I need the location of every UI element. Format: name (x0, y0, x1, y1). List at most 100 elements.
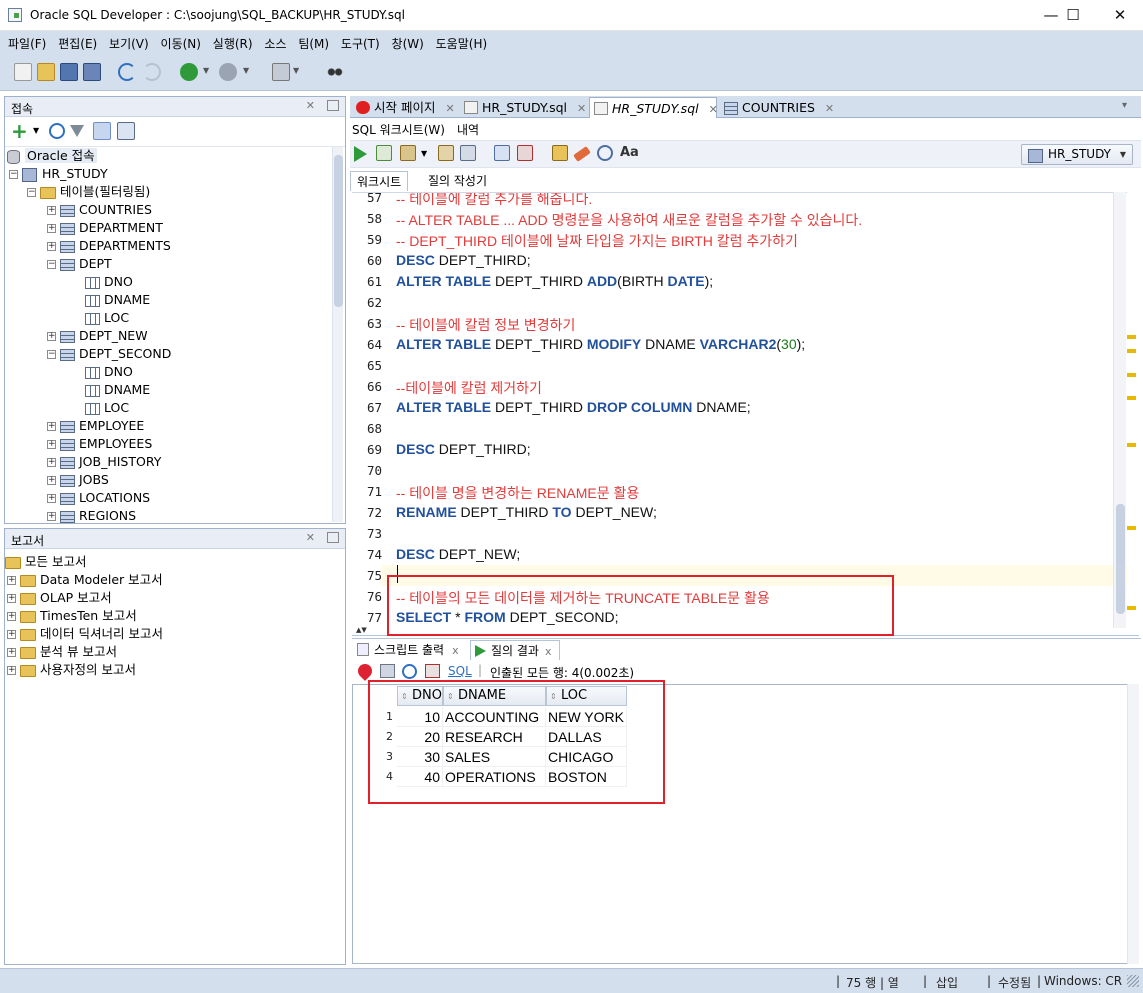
tab-close-icon[interactable]: x (545, 645, 552, 658)
tree-connection-hr-study[interactable]: − HR_STUDY (9, 165, 108, 183)
expand-icon[interactable]: + (47, 224, 56, 233)
menu-help[interactable]: 도움말(H) (428, 31, 488, 58)
tab-script-output[interactable]: 스크립트 출력 x (354, 640, 466, 660)
panel-close-icon[interactable]: ✕ (306, 99, 315, 112)
tab-close-icon[interactable]: ✕ (709, 103, 718, 116)
expand-icon[interactable]: + (47, 422, 56, 431)
menu-source[interactable]: 소스 (256, 31, 286, 58)
tree-table-item[interactable]: + EMPLOYEES (47, 435, 152, 453)
code-line[interactable]: ALTER TABLE DEPT_THIRD DROP COLUMN DNAME… (396, 399, 751, 415)
redo-icon[interactable] (143, 63, 161, 81)
undo-icon[interactable] (118, 63, 136, 81)
warning-marker[interactable] (1127, 443, 1136, 447)
commit-dropdown-icon[interactable]: ▼ (421, 149, 427, 158)
tree-report-item[interactable]: + 분석 뷰 보고서 (7, 643, 117, 661)
expand-icon[interactable]: + (47, 458, 56, 467)
tree-report-item[interactable]: + Data Modeler 보고서 (7, 571, 163, 589)
tree-table-item[interactable]: − DEPT_SECOND (47, 345, 171, 363)
sql-editor[interactable]: 57 58 59 60 61 62 63 64 65 66 67 68 69 70 71 72 73 74 75 76… (352, 192, 1127, 630)
tree-table-item[interactable]: + COUNTRIES (47, 201, 152, 219)
menu-tools[interactable]: 도구(T) (333, 31, 380, 58)
grid-cell[interactable]: OPERATIONS (443, 767, 546, 787)
code-line[interactable]: --테이블에 칼럼 제거하기 (396, 378, 542, 398)
tab-query-builder[interactable]: 질의 작성기 (422, 171, 493, 191)
close-button[interactable]: ✕ (1097, 0, 1143, 31)
collapse-icon[interactable]: − (27, 188, 36, 197)
grid-scrollbar[interactable] (1127, 684, 1139, 964)
tree-table-item[interactable]: + DEPT_NEW (47, 327, 148, 345)
grid-cell[interactable]: 30 (397, 747, 443, 767)
tree-table-item[interactable]: + LOCATIONS (47, 489, 150, 507)
add-dropdown-icon[interactable]: ▼ (33, 126, 39, 135)
rollback-icon[interactable] (438, 145, 454, 161)
format-case-icon[interactable]: Aa (620, 145, 639, 160)
menu-team[interactable]: 팀(M) (290, 31, 329, 58)
code-line[interactable]: ALTER TABLE DEPT_THIRD MODIFY DNAME VARC… (396, 336, 805, 352)
expand-icon[interactable]: + (47, 242, 56, 251)
splitter[interactable]: ▲▼ (352, 626, 1139, 636)
expand-icon[interactable]: + (47, 512, 56, 521)
tab-start-page[interactable]: 시작 페이지 ✕ (352, 97, 456, 118)
expand-icon[interactable]: + (7, 612, 16, 621)
panel-minimize-icon[interactable] (327, 100, 339, 111)
warning-marker[interactable] (1127, 606, 1136, 610)
tree-report-item[interactable]: + 데이터 딕셔너리 보고서 (7, 625, 163, 643)
warning-marker[interactable] (1127, 373, 1136, 377)
grid-cell[interactable]: 20 (397, 727, 443, 747)
forward-dropdown-icon[interactable]: ▼ (243, 66, 249, 75)
expand-icon[interactable]: + (47, 206, 56, 215)
tree-table-item[interactable]: + DEPARTMENT (47, 219, 163, 237)
back-icon[interactable] (180, 63, 198, 81)
eraser-icon[interactable] (573, 146, 591, 162)
expand-icon[interactable]: + (7, 576, 16, 585)
code-line[interactable]: DESC DEPT_THIRD; (396, 441, 531, 457)
tree-column-item[interactable]: DNO (85, 363, 133, 381)
tab-close-icon[interactable]: ✕ (577, 102, 586, 115)
column-header-loc[interactable]: ⇕ LOC (546, 686, 627, 706)
tree-table-item[interactable]: + REGIONS (47, 507, 136, 523)
tab-worksheet[interactable]: 워크시트 (350, 171, 409, 191)
explain-plan-icon[interactable] (460, 145, 476, 161)
commit-icon[interactable] (400, 145, 416, 161)
binoculars-icon[interactable] (326, 63, 344, 81)
panel-close-icon[interactable]: ✕ (306, 531, 315, 544)
collapse-icon[interactable]: − (47, 260, 56, 269)
code-line[interactable]: DESC DEPT_NEW; (396, 546, 520, 562)
warning-marker[interactable] (1127, 526, 1136, 530)
grid-cell[interactable]: 40 (397, 767, 443, 787)
menu-window[interactable]: 창(W) (384, 31, 424, 58)
tab-close-icon[interactable]: ✕ (825, 102, 834, 115)
connections-scrollbar[interactable] (332, 147, 343, 522)
tab-query-result[interactable]: 질의 결과 x (470, 640, 560, 660)
editor-scrollbar[interactable] (1113, 192, 1126, 628)
tree-report-item[interactable]: + OLAP 보고서 (7, 589, 112, 607)
history-icon[interactable] (597, 145, 613, 161)
code-line[interactable]: -- 테이블에 칼럼 정보 변경하기 (396, 315, 575, 335)
warning-marker[interactable] (1127, 349, 1136, 353)
menu-edit[interactable]: 편집(E) (50, 31, 97, 58)
tree-tables-folder[interactable]: − 테이블(필터링됨) (27, 183, 150, 201)
tree-column-item[interactable]: DNO (85, 273, 133, 291)
code-line[interactable]: RENAME DEPT_THIRD TO DEPT_NEW; (396, 504, 657, 520)
tree-table-item[interactable]: + JOBS (47, 471, 109, 489)
expand-icon[interactable]: + (47, 332, 56, 341)
code-line[interactable]: -- 테이블 명을 변경하는 RENAME문 활용 (396, 483, 639, 503)
code-line[interactable]: DESC DEPT_THIRD; (396, 252, 531, 268)
resize-grip-icon[interactable] (1127, 975, 1139, 987)
expand-icon[interactable]: + (47, 440, 56, 449)
pin-icon[interactable] (355, 661, 375, 681)
warning-marker[interactable] (1127, 396, 1136, 400)
save-all-icon[interactable] (83, 63, 101, 81)
collapse-icon[interactable]: − (47, 350, 56, 359)
tree-oracle-connections[interactable]: Oracle 접속 (7, 147, 97, 165)
code-line[interactable]: SELECT * FROM DEPT_SECOND; (396, 609, 619, 625)
menu-run[interactable]: 실행(R) (205, 31, 253, 58)
save-icon[interactable] (60, 63, 78, 81)
filter-icon[interactable] (70, 125, 84, 137)
add-connection-icon[interactable]: + (11, 119, 28, 143)
forward-icon[interactable] (219, 63, 237, 81)
panel-minimize-icon[interactable] (327, 532, 339, 543)
menu-view[interactable]: 보기(V) (101, 31, 149, 58)
maximize-button[interactable]: ☐ (1050, 0, 1096, 31)
collapse-icon[interactable] (117, 122, 135, 140)
